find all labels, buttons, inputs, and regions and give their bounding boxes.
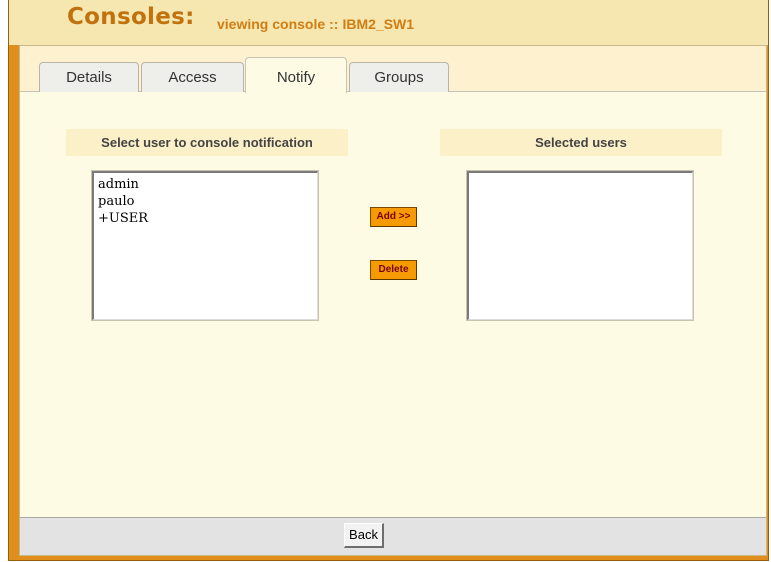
console-name: IBM2_SW1 — [342, 16, 415, 32]
page-title: Consoles: — [67, 4, 195, 30]
page-subtitle: viewing console:: IBM2_SW1 — [217, 16, 414, 32]
available-users-heading: Select user to console notification — [66, 129, 348, 156]
tab-details[interactable]: Details — [39, 62, 139, 92]
subtitle-separator: :: — [329, 16, 339, 32]
add-button[interactable]: Add >> — [370, 207, 417, 227]
delete-button[interactable]: Delete — [370, 260, 417, 280]
tab-strip: Details Access Notify Groups — [20, 46, 766, 93]
list-option[interactable]: admin — [98, 176, 313, 193]
back-button[interactable]: Back — [344, 523, 384, 548]
selected-users-list[interactable] — [467, 171, 693, 320]
footer-bar: Back — [20, 517, 766, 555]
tab-notify[interactable]: Notify — [245, 57, 347, 93]
selected-users-heading: Selected users — [440, 129, 722, 156]
list-option[interactable]: +USER — [98, 210, 313, 227]
available-users-list[interactable]: admin paulo +USER — [92, 171, 318, 320]
tab-groups[interactable]: Groups — [349, 62, 449, 92]
app-frame: Consoles: viewing console:: IBM2_SW1 Deta… — [8, 0, 769, 561]
list-option[interactable]: paulo — [98, 193, 313, 210]
subtitle-prefix: viewing console — [217, 16, 326, 32]
content-panel: Details Access Notify Groups Select user… — [19, 45, 767, 556]
page-header: Consoles: viewing console:: IBM2_SW1 — [9, 0, 768, 45]
tab-access[interactable]: Access — [141, 62, 244, 92]
